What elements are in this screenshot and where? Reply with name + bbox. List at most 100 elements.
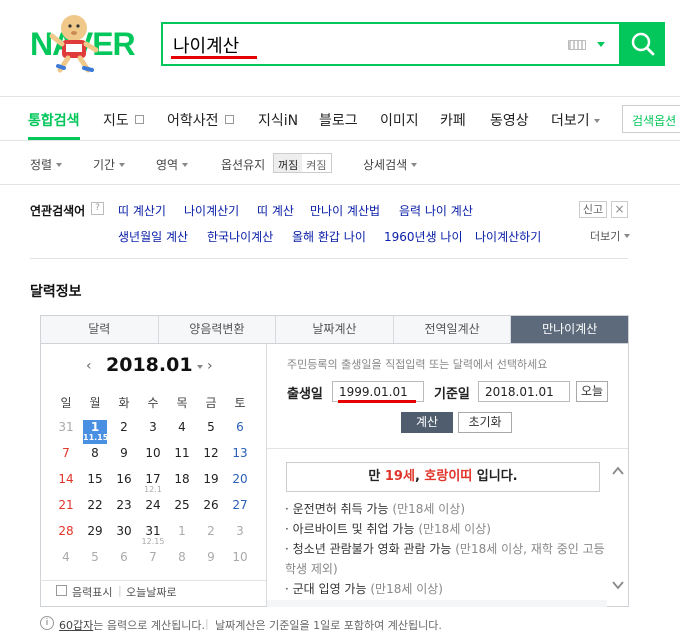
calendar-day[interactable]: 11 [170, 446, 194, 460]
calendar-day[interactable]: 26 [199, 498, 223, 512]
calendar-day[interactable]: 24 [141, 498, 165, 512]
search-input[interactable]: 나이계산 [161, 22, 621, 66]
calendar-day[interactable]: 13 [228, 446, 252, 460]
related-item[interactable]: 나이계산기 [184, 202, 239, 219]
calendar-day[interactable]: 4 [170, 420, 194, 434]
related-item[interactable]: 나이계산하기 [475, 228, 541, 245]
tab-cafe[interactable]: 카페 [440, 110, 466, 130]
related-item[interactable]: 생년월일 계산 [118, 228, 188, 245]
related-item[interactable]: 한국나이계산 [207, 228, 273, 245]
tab-dictionary[interactable]: 어학사전 [167, 110, 234, 130]
sort-dropdown[interactable]: 정렬 [30, 156, 62, 173]
calendar-day[interactable]: 4 [54, 550, 78, 564]
tab-blog[interactable]: 블로그 [319, 110, 358, 130]
calendar-day[interactable]: 8 [83, 446, 107, 460]
today-link[interactable]: 오늘날짜로 [126, 584, 177, 600]
calendar-day[interactable]: 23 [112, 498, 136, 512]
calendar-day[interactable]: 12 [199, 446, 223, 460]
tab-date-calc[interactable]: 날짜계산 [276, 316, 394, 343]
calendar-day[interactable]: 1 [170, 524, 194, 538]
keep-option-toggle[interactable]: 꺼짐 켜짐 [273, 153, 332, 173]
calendar-day[interactable]: 6 [228, 420, 252, 434]
calendar-day[interactable]: 5 [199, 420, 223, 434]
related-item[interactable]: 올해 환갑 나이 [292, 228, 366, 245]
calendar-day[interactable]: 3 [228, 524, 252, 538]
keyboard-icon[interactable] [568, 40, 586, 50]
period-dropdown[interactable]: 기간 [93, 156, 125, 173]
calendar-day[interactable]: 22 [83, 498, 107, 512]
calendar-day[interactable]: 7 [141, 550, 165, 564]
tab-image[interactable]: 이미지 [380, 110, 419, 130]
tab-integrated[interactable]: 통합검색 [28, 110, 80, 130]
tab-discharge-calc[interactable]: 전역일계산 [394, 316, 512, 343]
search-button[interactable] [621, 22, 665, 66]
related-item[interactable]: 띠 계산기 [118, 202, 166, 219]
tab-lunar-convert[interactable]: 양음력변환 [159, 316, 277, 343]
calendar-day[interactable]: 2 [199, 524, 223, 538]
help-icon[interactable]: ? [91, 202, 104, 215]
toggle-on[interactable]: 켜짐 [302, 154, 330, 172]
calendar-day[interactable]: 1 11.15 [83, 420, 108, 444]
today-button[interactable]: 오늘 [576, 381, 608, 402]
calendar-day[interactable]: 29 [83, 524, 107, 538]
related-more-button[interactable]: 더보기 [590, 228, 630, 244]
related-item[interactable]: 만나이 계산법 [310, 202, 380, 219]
tab-calendar[interactable]: 달력 [41, 316, 159, 343]
date-calc-note: 날짜계산은 기준일을 1일로 포함하여 계산됩니다. [215, 619, 442, 632]
calendar-day[interactable]: 21 [54, 498, 78, 512]
calendar-day[interactable]: 6 [112, 550, 136, 564]
calendar-day[interactable]: 15 [83, 472, 107, 486]
divider [0, 96, 680, 97]
calendar-day[interactable]: 9 [112, 446, 136, 460]
next-month-icon[interactable]: › [207, 358, 213, 374]
area-dropdown[interactable]: 영역 [156, 156, 188, 173]
tab-more[interactable]: 더보기 [551, 110, 600, 130]
calendar-day[interactable]: 18 [170, 472, 194, 486]
tab-kin[interactable]: 지식iN [258, 110, 298, 130]
close-icon[interactable]: × [611, 201, 628, 218]
search-options-button[interactable]: 검색옵션 [622, 105, 680, 133]
calendar-day[interactable]: 17 12.1 [141, 472, 165, 494]
related-item[interactable]: 음력 나이 계산 [399, 202, 473, 219]
reset-button[interactable]: 초기화 [458, 412, 512, 433]
calendar-day[interactable]: 5 [83, 550, 107, 564]
toggle-off[interactable]: 꺼짐 [274, 154, 303, 172]
calendar-day[interactable]: 3 [141, 420, 165, 434]
calculate-button[interactable]: 계산 [401, 412, 453, 433]
calendar-day[interactable]: 27 [228, 498, 252, 512]
calendar-day[interactable]: 19 [199, 472, 223, 486]
calendar-day[interactable]: 16 [112, 472, 136, 486]
search-query-text[interactable]: 나이계산 [173, 32, 239, 58]
calendar-day[interactable]: 31 [54, 420, 78, 434]
scrollbar[interactable] [608, 452, 628, 602]
calendar-day[interactable]: 31 12.15 [141, 524, 165, 546]
tab-video[interactable]: 동영상 [490, 110, 529, 130]
calendar-day[interactable]: 28 [54, 524, 78, 538]
base-date-input[interactable]: 2018.01.01 [478, 381, 570, 402]
calendar-day[interactable]: 2 [112, 420, 136, 434]
related-item[interactable]: 띠 계산 [257, 202, 294, 219]
doodle-runner-icon[interactable] [44, 8, 104, 74]
calendar-day[interactable]: 14 [54, 472, 78, 486]
calendar-day[interactable]: 25 [170, 498, 194, 512]
calendar-day[interactable]: 20 [228, 472, 252, 486]
calendar-day[interactable]: 10 [141, 446, 165, 460]
autocomplete-toggle-icon[interactable] [597, 42, 605, 47]
calendar-month[interactable]: 2018.01 [106, 354, 203, 376]
calendar-day[interactable]: 9 [199, 550, 223, 564]
lunar-label[interactable]: 음력표시 [72, 584, 112, 600]
detail-search-dropdown[interactable]: 상세검색 [363, 156, 417, 173]
calendar-day[interactable]: 7 [54, 446, 78, 460]
prev-month-icon[interactable]: ‹ [86, 358, 92, 374]
lunar-checkbox[interactable] [56, 585, 67, 596]
lunar-date: 12.15 [141, 537, 165, 546]
tab-map[interactable]: 지도 [103, 110, 144, 130]
tab-age-calc[interactable]: 만나이계산 [511, 316, 628, 343]
calendar-day[interactable]: 30 [112, 524, 136, 538]
ganji-link[interactable]: 60갑자 [59, 619, 93, 632]
calendar-day[interactable]: 8 [170, 550, 194, 564]
related-item[interactable]: 1960년생 나이 [384, 228, 463, 245]
calendar-day[interactable]: 10 [228, 550, 252, 564]
report-button[interactable]: 신고 [579, 201, 607, 218]
birth-date-input[interactable]: 1999.01.01 [332, 381, 424, 402]
